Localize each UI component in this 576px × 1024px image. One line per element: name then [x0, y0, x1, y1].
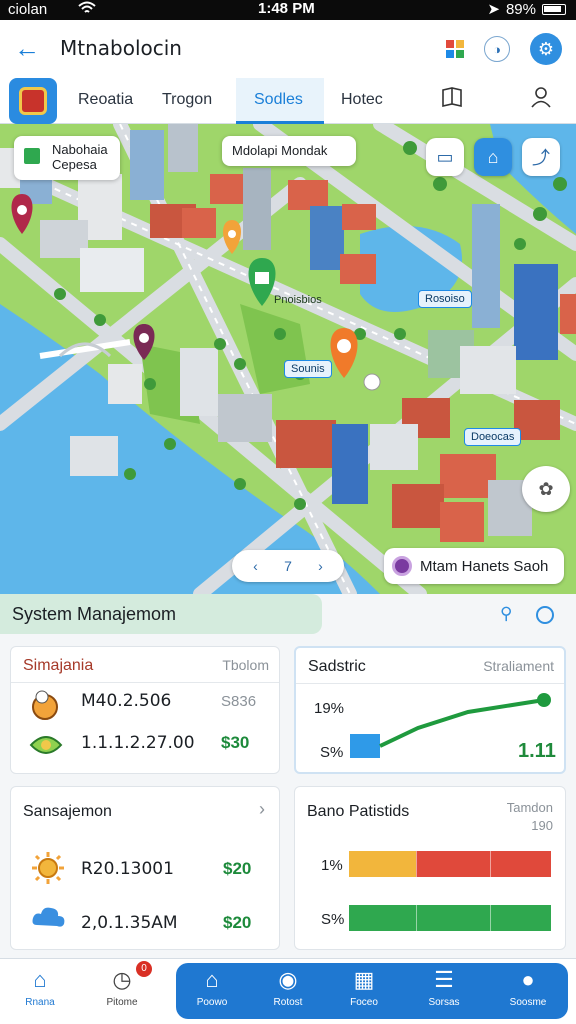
- home-map-icon[interactable]: ⌂: [474, 138, 512, 176]
- chevron-right-icon[interactable]: ›: [259, 799, 265, 820]
- wifi-icon: [78, 1, 96, 19]
- pin-label[interactable]: Pnoisbios: [268, 292, 328, 308]
- cloud-icon: [31, 903, 65, 935]
- pin-label[interactable]: Doeocas: [464, 428, 522, 446]
- map-pager[interactable]: ‹ 7 ›: [232, 550, 344, 582]
- marker-icon: [24, 148, 40, 164]
- bar-segment: [415, 851, 491, 877]
- calendar-icon: ▦: [353, 967, 375, 992]
- pager-prev[interactable]: ‹: [253, 558, 258, 574]
- row-text: R20.13001: [81, 859, 174, 879]
- back-arrow-icon[interactable]: ←: [12, 34, 42, 64]
- nav-poowo[interactable]: ⌂ Poowo: [182, 965, 242, 1017]
- clock-icon: ◷: [112, 967, 132, 992]
- book-icon[interactable]: [440, 86, 464, 114]
- card-simajania[interactable]: Simajania Tbolom M40.2.506 S836 1.1.1.2.…: [10, 646, 280, 774]
- settings-icon[interactable]: ⚙: [530, 33, 562, 65]
- category-tabs: Reoatia Trogon Sodles Hotec: [0, 78, 576, 124]
- compass-icon[interactable]: ◑: [484, 36, 510, 62]
- card-title: Bano Patistids: [307, 803, 410, 820]
- card-sadstric[interactable]: Sadstric Straliament 19% S% 1.11: [294, 646, 566, 774]
- notification-badge: 0: [136, 961, 152, 977]
- row-value: $20: [223, 913, 252, 932]
- nav-rotost[interactable]: ◉ Rotost: [258, 965, 318, 1017]
- home-icon: ⌂: [205, 967, 219, 992]
- city-map[interactable]: Nabohaia Cepesa Mdolapi Mondak Pnoisbios…: [0, 124, 576, 594]
- apps-icon[interactable]: [439, 33, 471, 65]
- pager-page: 7: [284, 558, 292, 574]
- pin-label[interactable]: Sounis: [284, 360, 332, 378]
- tab-trogon[interactable]: Trogon: [162, 91, 212, 109]
- tab-sodles[interactable]: Sodles: [254, 91, 303, 109]
- status-time: 1:48 PM: [258, 0, 315, 17]
- nav-foceo[interactable]: ▦ Foceo: [334, 965, 394, 1017]
- stacked-bar: [349, 851, 551, 877]
- bar-segment: [415, 905, 491, 931]
- bar-segment: [349, 851, 416, 877]
- card-meta: Tamdon: [506, 800, 553, 815]
- trend-bar: [350, 734, 380, 758]
- pager-next[interactable]: ›: [318, 558, 323, 574]
- profile-icon[interactable]: [530, 86, 552, 114]
- home-icon: ⌂: [33, 967, 47, 992]
- share-icon[interactable]: ⤴: [522, 138, 560, 176]
- nav-sorsas[interactable]: ☰ Sorsas: [414, 965, 474, 1017]
- row-text: M40.2.506: [81, 691, 172, 711]
- nav-rnana[interactable]: ⌂ Rnana: [10, 965, 70, 1017]
- user-icon: ●: [521, 967, 535, 992]
- carrier-label: ciolan: [8, 1, 48, 18]
- bar-segment: [349, 905, 416, 931]
- battery-percent: 89%: [505, 0, 536, 18]
- search-icon[interactable]: ⚲: [500, 604, 512, 624]
- bar-segment: [490, 905, 551, 931]
- bar-label: 1%: [321, 857, 343, 874]
- row-value: S836: [221, 693, 257, 710]
- coin-icon: [29, 689, 61, 721]
- card-meta: Straliament: [483, 658, 554, 674]
- globe-icon: ◉: [278, 967, 298, 992]
- bar-segment: [490, 851, 551, 877]
- row-value: $30: [221, 733, 250, 752]
- tab-reoatia[interactable]: Reoatia: [78, 91, 133, 109]
- district-callout[interactable]: Mdolapi Mondak: [222, 136, 356, 166]
- location-callout[interactable]: Nabohaia Cepesa: [14, 136, 120, 180]
- pin-label[interactable]: Rosoiso: [418, 290, 472, 308]
- location-icon: ➤: [487, 1, 500, 18]
- trend-value: 1.11: [518, 740, 556, 762]
- bar-label: S%: [321, 911, 345, 928]
- card-title: Sansajemon: [23, 803, 112, 820]
- status-bar: ciolan 1:48 PM ➤ 89%: [0, 0, 576, 20]
- battery-icon: [542, 3, 566, 15]
- map-canvas: [0, 124, 576, 594]
- panel-title: System Manajemom: [12, 604, 177, 624]
- card-meta: 190: [531, 818, 553, 833]
- list-icon: ☰: [434, 967, 454, 992]
- card-meta: Tbolom: [222, 657, 269, 673]
- nav-soosme[interactable]: ● Soosme: [498, 965, 558, 1017]
- axis-label: 19%: [314, 700, 345, 717]
- card-title: Simajania: [23, 657, 94, 674]
- axis-label: S%: [320, 744, 344, 761]
- card-sansajemon[interactable]: Sansajemon › R20.13001 $20 2,0.1.35AM $2…: [10, 786, 280, 950]
- trend-point: [537, 693, 551, 707]
- sun-icon: [31, 851, 64, 884]
- card-title: Sadstric: [308, 658, 366, 675]
- tab-hotec[interactable]: Hotec: [341, 91, 383, 109]
- row-value: $20: [223, 859, 252, 878]
- route-chip[interactable]: Mtam Hanets Saoh: [384, 548, 564, 584]
- page-title: Mtnabolocin: [60, 36, 182, 60]
- row-text: 2,0.1.35AM: [81, 913, 178, 933]
- stacked-bar: [349, 905, 551, 931]
- app-header: ← Mtnabolocin ◑ ⚙: [0, 20, 576, 78]
- app-logo-icon[interactable]: [9, 78, 57, 124]
- leaf-icon: [29, 729, 63, 761]
- locate-icon[interactable]: ✿: [522, 466, 570, 512]
- card-bano-patistids[interactable]: Bano Patistids Tamdon 190 1% S%: [294, 786, 566, 950]
- route-icon: [392, 556, 412, 576]
- options-icon[interactable]: [536, 606, 554, 624]
- bottom-nav: ⌂ Rnana ◷ Pitome 0 ⌂ Poowo ◉ Rotost ▦ Fo…: [0, 958, 576, 1024]
- management-panel: System Manajemom ⚲ Simajania Tbolom M40.…: [0, 594, 576, 958]
- layers-icon[interactable]: ▭: [426, 138, 464, 176]
- row-text: 1.1.1.2.27.00: [81, 733, 195, 753]
